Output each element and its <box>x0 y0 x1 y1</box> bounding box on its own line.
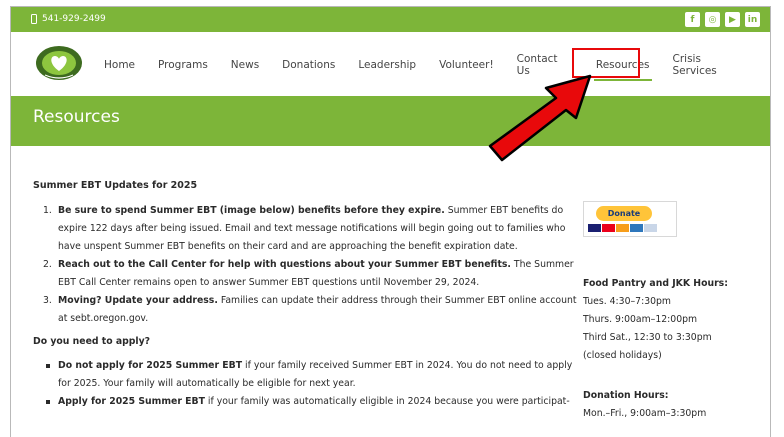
donation-hours-title: Donation Hours: <box>583 390 669 401</box>
nav-menu: Home Programs News Donations Leadership … <box>104 32 770 97</box>
instagram-icon[interactable]: ◎ <box>705 12 720 27</box>
nav-home[interactable]: Home <box>104 59 135 71</box>
discover-card-icon <box>616 224 629 232</box>
item-bold-text: Reach out to the Call Center for help wi… <box>58 259 511 270</box>
nav-leadership[interactable]: Leadership <box>358 59 416 71</box>
page-title: Resources <box>33 107 120 127</box>
facebook-icon[interactable]: f <box>685 12 700 27</box>
list-item: 1. Be sure to spend Summer EBT (image be… <box>43 202 583 256</box>
bank-card-icon <box>644 224 657 232</box>
phone-number[interactable]: 541-929-2499 <box>42 14 106 24</box>
main-navigation: Home Programs News Donations Leadership … <box>11 32 770 97</box>
linkedin-icon[interactable]: in <box>745 12 760 27</box>
ebt-steps-list: 1. Be sure to spend Summer EBT (image be… <box>43 202 583 328</box>
item-number: 2. <box>43 259 52 270</box>
apply-bullets-list: Do not apply for 2025 Summer EBT if your… <box>46 357 583 411</box>
item-number: 1. <box>43 205 52 216</box>
list-item: 2. Reach out to the Call Center for help… <box>43 256 583 292</box>
sidebar: Donate Food Pantry and JKK Hours: Tues. … <box>583 201 763 423</box>
item-bold-text: Moving? Update your address. <box>58 295 218 306</box>
item-bold-text: Be sure to spend Summer EBT (image below… <box>58 205 445 216</box>
pantry-hours-line: Third Sat., 12:30 to 3:30pm <box>583 332 712 343</box>
nav-volunteer[interactable]: Volunteer! <box>439 59 494 71</box>
item-text: if your family was automatically eligibl… <box>204 396 570 407</box>
section-heading: Summer EBT Updates for 2025 <box>33 180 198 191</box>
top-bar: 541-929-2499 f ◎ ▶ in <box>11 7 770 32</box>
pantry-hours-line: Thurs. 9:00am–12:00pm <box>583 314 698 325</box>
youtube-icon[interactable]: ▶ <box>725 12 740 27</box>
phone-contact[interactable]: 541-929-2499 <box>31 14 106 24</box>
item-number: 3. <box>43 295 52 306</box>
list-item: Do not apply for 2025 Summer EBT if your… <box>46 357 583 393</box>
card-logos <box>588 224 657 232</box>
pantry-hours-title: Food Pantry and JKK Hours: <box>583 278 728 289</box>
social-links: f ◎ ▶ in <box>685 12 760 27</box>
apply-heading: Do you need to apply? <box>33 336 151 347</box>
page-banner: Resources <box>11 96 770 146</box>
nav-news[interactable]: News <box>231 59 259 71</box>
list-item: 3. Moving? Update your address. Families… <box>43 292 583 328</box>
item-bold-text: Apply for 2025 Summer EBT <box>58 396 205 407</box>
nav-crisis-services[interactable]: Crisis Services <box>673 53 748 77</box>
browser-page: 541-929-2499 f ◎ ▶ in Home Programs News… <box>10 6 771 437</box>
list-item: Apply for 2025 Summer EBT if your family… <box>46 393 583 411</box>
red-arrow-annotation <box>488 74 592 162</box>
visa-card-icon <box>588 224 601 232</box>
donate-button[interactable]: Donate <box>596 206 652 221</box>
pantry-hours-line: (closed holidays) <box>583 350 662 361</box>
phone-icon <box>31 14 37 24</box>
nav-programs[interactable]: Programs <box>158 59 208 71</box>
amex-card-icon <box>630 224 643 232</box>
donation-hours-line: Mon.–Fri., 9:00am–3:30pm <box>583 408 707 419</box>
item-bold-text: Do not apply for 2025 Summer EBT <box>58 360 243 371</box>
pantry-hours-line: Tues. 4:30–7:30pm <box>583 296 671 307</box>
mastercard-icon <box>602 224 615 232</box>
main-content: Summer EBT Updates for 2025 1. Be sure t… <box>33 177 583 411</box>
site-logo[interactable] <box>35 44 83 82</box>
nav-donations[interactable]: Donations <box>282 59 335 71</box>
paypal-donate-widget[interactable]: Donate <box>583 201 677 237</box>
